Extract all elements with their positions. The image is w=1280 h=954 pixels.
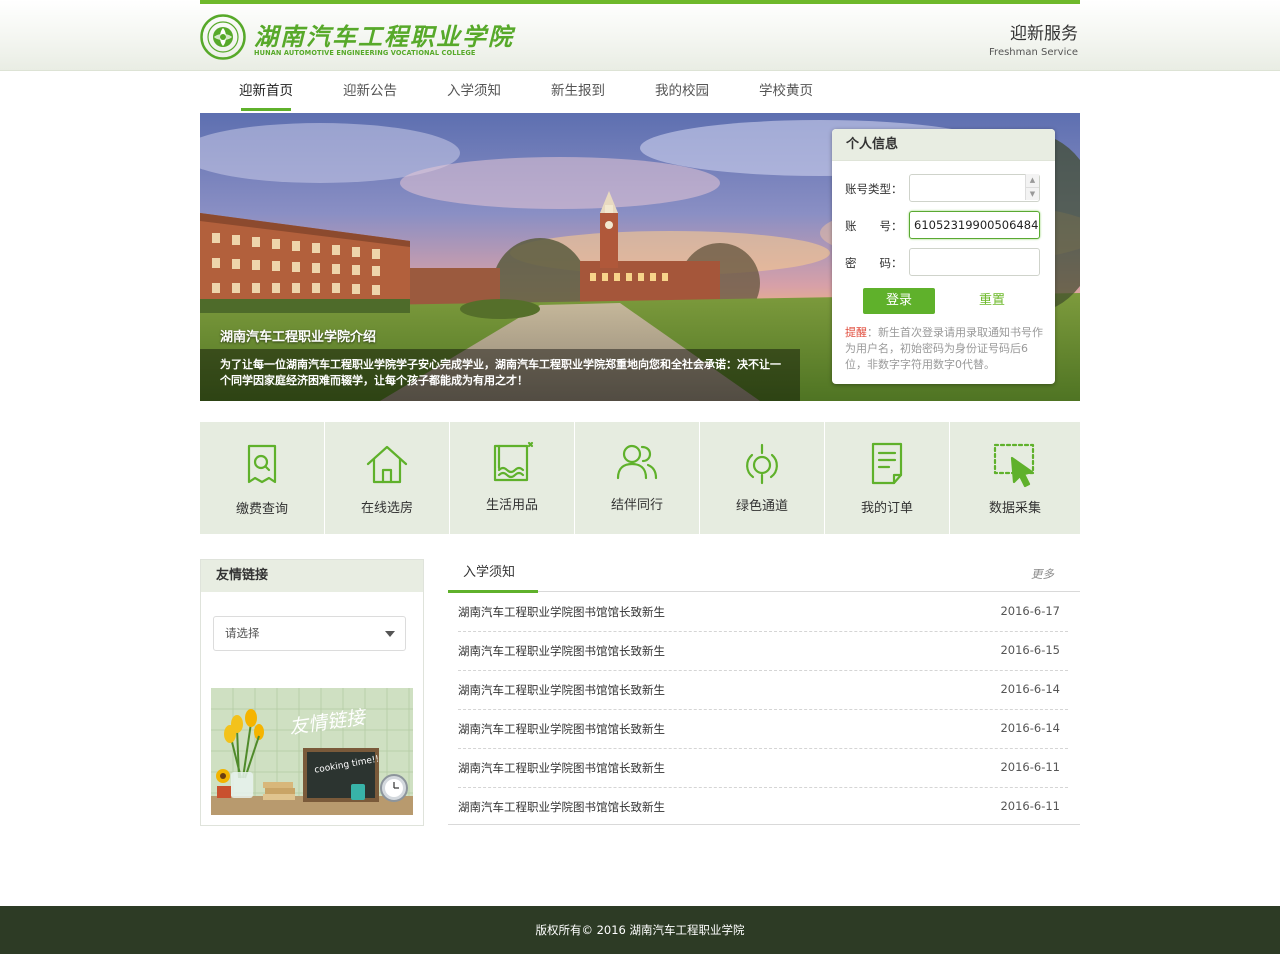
password-label: 密 码： (845, 256, 903, 270)
nav-item-home[interactable]: 迎新首页 (214, 72, 318, 112)
select-value: 请选择 (225, 626, 260, 640)
tab-admission-notice[interactable]: 入学须知 (448, 559, 538, 593)
tile-green-channel[interactable]: 绿色通道 (700, 422, 825, 534)
account-row: 账 号： 610523199005064848 (845, 211, 1045, 239)
tip-text: ：新生首次登录请用录取通知书号作为用户名，初始密码为身份证号码后6位，非数字字符… (845, 326, 1043, 371)
account-type-label: 账号类型： (845, 182, 903, 196)
tile-daily-goods[interactable]: 生活用品 (450, 422, 575, 534)
header-accent-line (200, 0, 1080, 4)
daily-goods-icon (493, 441, 534, 482)
service-title: 迎新服务 (1010, 24, 1078, 44)
tile-label: 在线选房 (360, 501, 413, 516)
tile-label: 数据采集 (988, 501, 1041, 516)
site-footer: 版权所有© 2016 湖南汽车工程职业学院 (0, 906, 1280, 954)
news-item[interactable]: 湖南汽车工程职业学院图书馆馆长致新生 2016-6-11 (458, 788, 1068, 827)
news-date: 2016-6-17 (1000, 604, 1060, 618)
reset-button[interactable]: 重置 (967, 288, 1017, 314)
logo-english-name: HUNAN AUTOMOTIVE ENGINEERING VOCATIONAL … (254, 49, 476, 57)
login-tip: 提醒：新生首次登录请用录取通知书号作为用户名，初始密码为身份证号码后6位，非数字… (845, 325, 1045, 373)
banner-title: 湖南汽车工程职业学院介绍 (220, 330, 377, 345)
more-link[interactable]: 更多 (1031, 566, 1054, 582)
nav-item-yellow-pages[interactable]: 学校黄页 (734, 72, 838, 112)
companions-icon (616, 444, 658, 480)
friend-links-panel: 友情链接 请选择 友情链接 cooking time!! (200, 559, 424, 826)
account-type-select[interactable] (909, 174, 1040, 202)
stepper-down-icon[interactable]: ▼ (1026, 187, 1039, 200)
tip-key: 提醒 (845, 326, 867, 339)
news-title[interactable]: 湖南汽车工程职业学院图书馆馆长致新生 (458, 604, 665, 620)
tile-data-collection[interactable]: 数据采集 (950, 422, 1080, 534)
news-bottom-divider (448, 824, 1080, 825)
login-button[interactable]: 登录 (863, 288, 935, 314)
site-logo[interactable]: 湖南汽车工程职业学院 HUNAN AUTOMOTIVE ENGINEERING … (200, 14, 512, 60)
account-label: 账 号： (845, 219, 903, 233)
nav-item-registration[interactable]: 新生报到 (526, 72, 630, 112)
admission-notice-panel: 入学须知 更多 湖南汽车工程职业学院图书馆馆长致新生 2016-6-17 湖南汽… (448, 559, 1080, 826)
news-title[interactable]: 湖南汽车工程职业学院图书馆馆长致新生 (458, 721, 665, 737)
news-list: 湖南汽车工程职业学院图书馆馆长致新生 2016-6-17 湖南汽车工程职业学院图… (458, 593, 1068, 827)
news-tabbar: 入学须知 更多 (448, 559, 1080, 593)
news-date: 2016-6-15 (1000, 643, 1060, 657)
tile-label: 缴费查询 (235, 502, 288, 517)
news-item[interactable]: 湖南汽车工程职业学院图书馆馆长致新生 2016-6-14 (458, 710, 1068, 749)
banner-text: 为了让每一位湖南汽车工程职业学院学子安心完成学业，湖南汽车工程职业学院郑重地向您… (220, 358, 781, 387)
home-icon (366, 445, 408, 484)
tile-label: 结伴同行 (610, 498, 663, 513)
friend-links-title: 友情链接 (201, 560, 423, 592)
data-collection-icon (993, 443, 1035, 488)
tile-online-room[interactable]: 在线选房 (325, 422, 450, 534)
main-nav: 迎新首页 迎新公告 入学须知 新生报到 我的校园 学校黄页 (214, 72, 838, 112)
news-item[interactable]: 湖南汽车工程职业学院图书馆馆长致新生 2016-6-17 (458, 593, 1068, 632)
friend-links-image[interactable]: 友情链接 cooking time!! (211, 688, 413, 815)
quick-service-tiles: 缴费查询 在线选房 生活用品 结伴同行 绿色通道 我的订单 数据采集 (200, 422, 1080, 534)
news-title[interactable]: 湖南汽车工程职业学院图书馆馆长致新生 (458, 799, 665, 815)
tile-my-orders[interactable]: 我的订单 (825, 422, 950, 534)
account-input[interactable]: 610523199005064848 (909, 211, 1040, 239)
copyright-text: 版权所有© 2016 湖南汽车工程职业学院 (535, 923, 745, 937)
news-date: 2016-6-11 (1000, 760, 1060, 774)
payment-query-icon (247, 444, 277, 484)
news-date: 2016-6-14 (1000, 721, 1060, 735)
news-item[interactable]: 湖南汽车工程职业学院图书馆馆长致新生 2016-6-14 (458, 671, 1068, 710)
news-title[interactable]: 湖南汽车工程职业学院图书馆馆长致新生 (458, 643, 665, 659)
college-emblem-icon (200, 14, 246, 60)
friend-links-select[interactable]: 请选择 (213, 616, 406, 651)
tile-label: 生活用品 (485, 498, 538, 513)
news-item[interactable]: 湖南汽车工程职业学院图书馆馆长致新生 2016-6-11 (458, 749, 1068, 788)
news-date: 2016-6-11 (1000, 799, 1060, 813)
news-title[interactable]: 湖南汽车工程职业学院图书馆馆长致新生 (458, 682, 665, 698)
account-type-row: 账号类型： ▲ ▼ (845, 174, 1045, 202)
news-title[interactable]: 湖南汽车工程职业学院图书馆馆长致新生 (458, 760, 665, 776)
login-title: 个人信息 (832, 129, 1055, 161)
tile-label: 绿色通道 (735, 499, 788, 514)
nav-item-announcements[interactable]: 迎新公告 (318, 72, 422, 112)
stepper-up-icon[interactable]: ▲ (1026, 174, 1039, 187)
friend-links-illustration: 友情链接 cooking time!! (211, 688, 413, 815)
logo-chinese-name: 湖南汽车工程职业学院 (254, 22, 514, 51)
password-row: 密 码： (845, 248, 1045, 276)
tile-companions[interactable]: 结伴同行 (575, 422, 700, 534)
account-type-stepper[interactable]: ▲ ▼ (1025, 174, 1039, 200)
news-date: 2016-6-14 (1000, 682, 1060, 696)
freshman-service: 迎新服务 Freshman Service (960, 24, 1078, 60)
tile-payment-query[interactable]: 缴费查询 (200, 422, 325, 534)
nav-item-admission-notice[interactable]: 入学须知 (422, 72, 526, 112)
tile-label: 我的订单 (860, 501, 913, 516)
password-input[interactable] (909, 248, 1040, 276)
order-icon (871, 442, 903, 485)
green-channel-icon (746, 443, 778, 485)
service-subtitle: Freshman Service (989, 47, 1078, 58)
site-header: 湖南汽车工程职业学院 HUNAN AUTOMOTIVE ENGINEERING … (0, 0, 1280, 71)
nav-item-my-campus[interactable]: 我的校园 (630, 72, 734, 112)
chevron-down-icon (385, 631, 395, 637)
login-panel: 个人信息 账号类型： ▲ ▼ 账 号： 610523199005064848 密… (832, 129, 1055, 384)
news-item[interactable]: 湖南汽车工程职业学院图书馆馆长致新生 2016-6-15 (458, 632, 1068, 671)
